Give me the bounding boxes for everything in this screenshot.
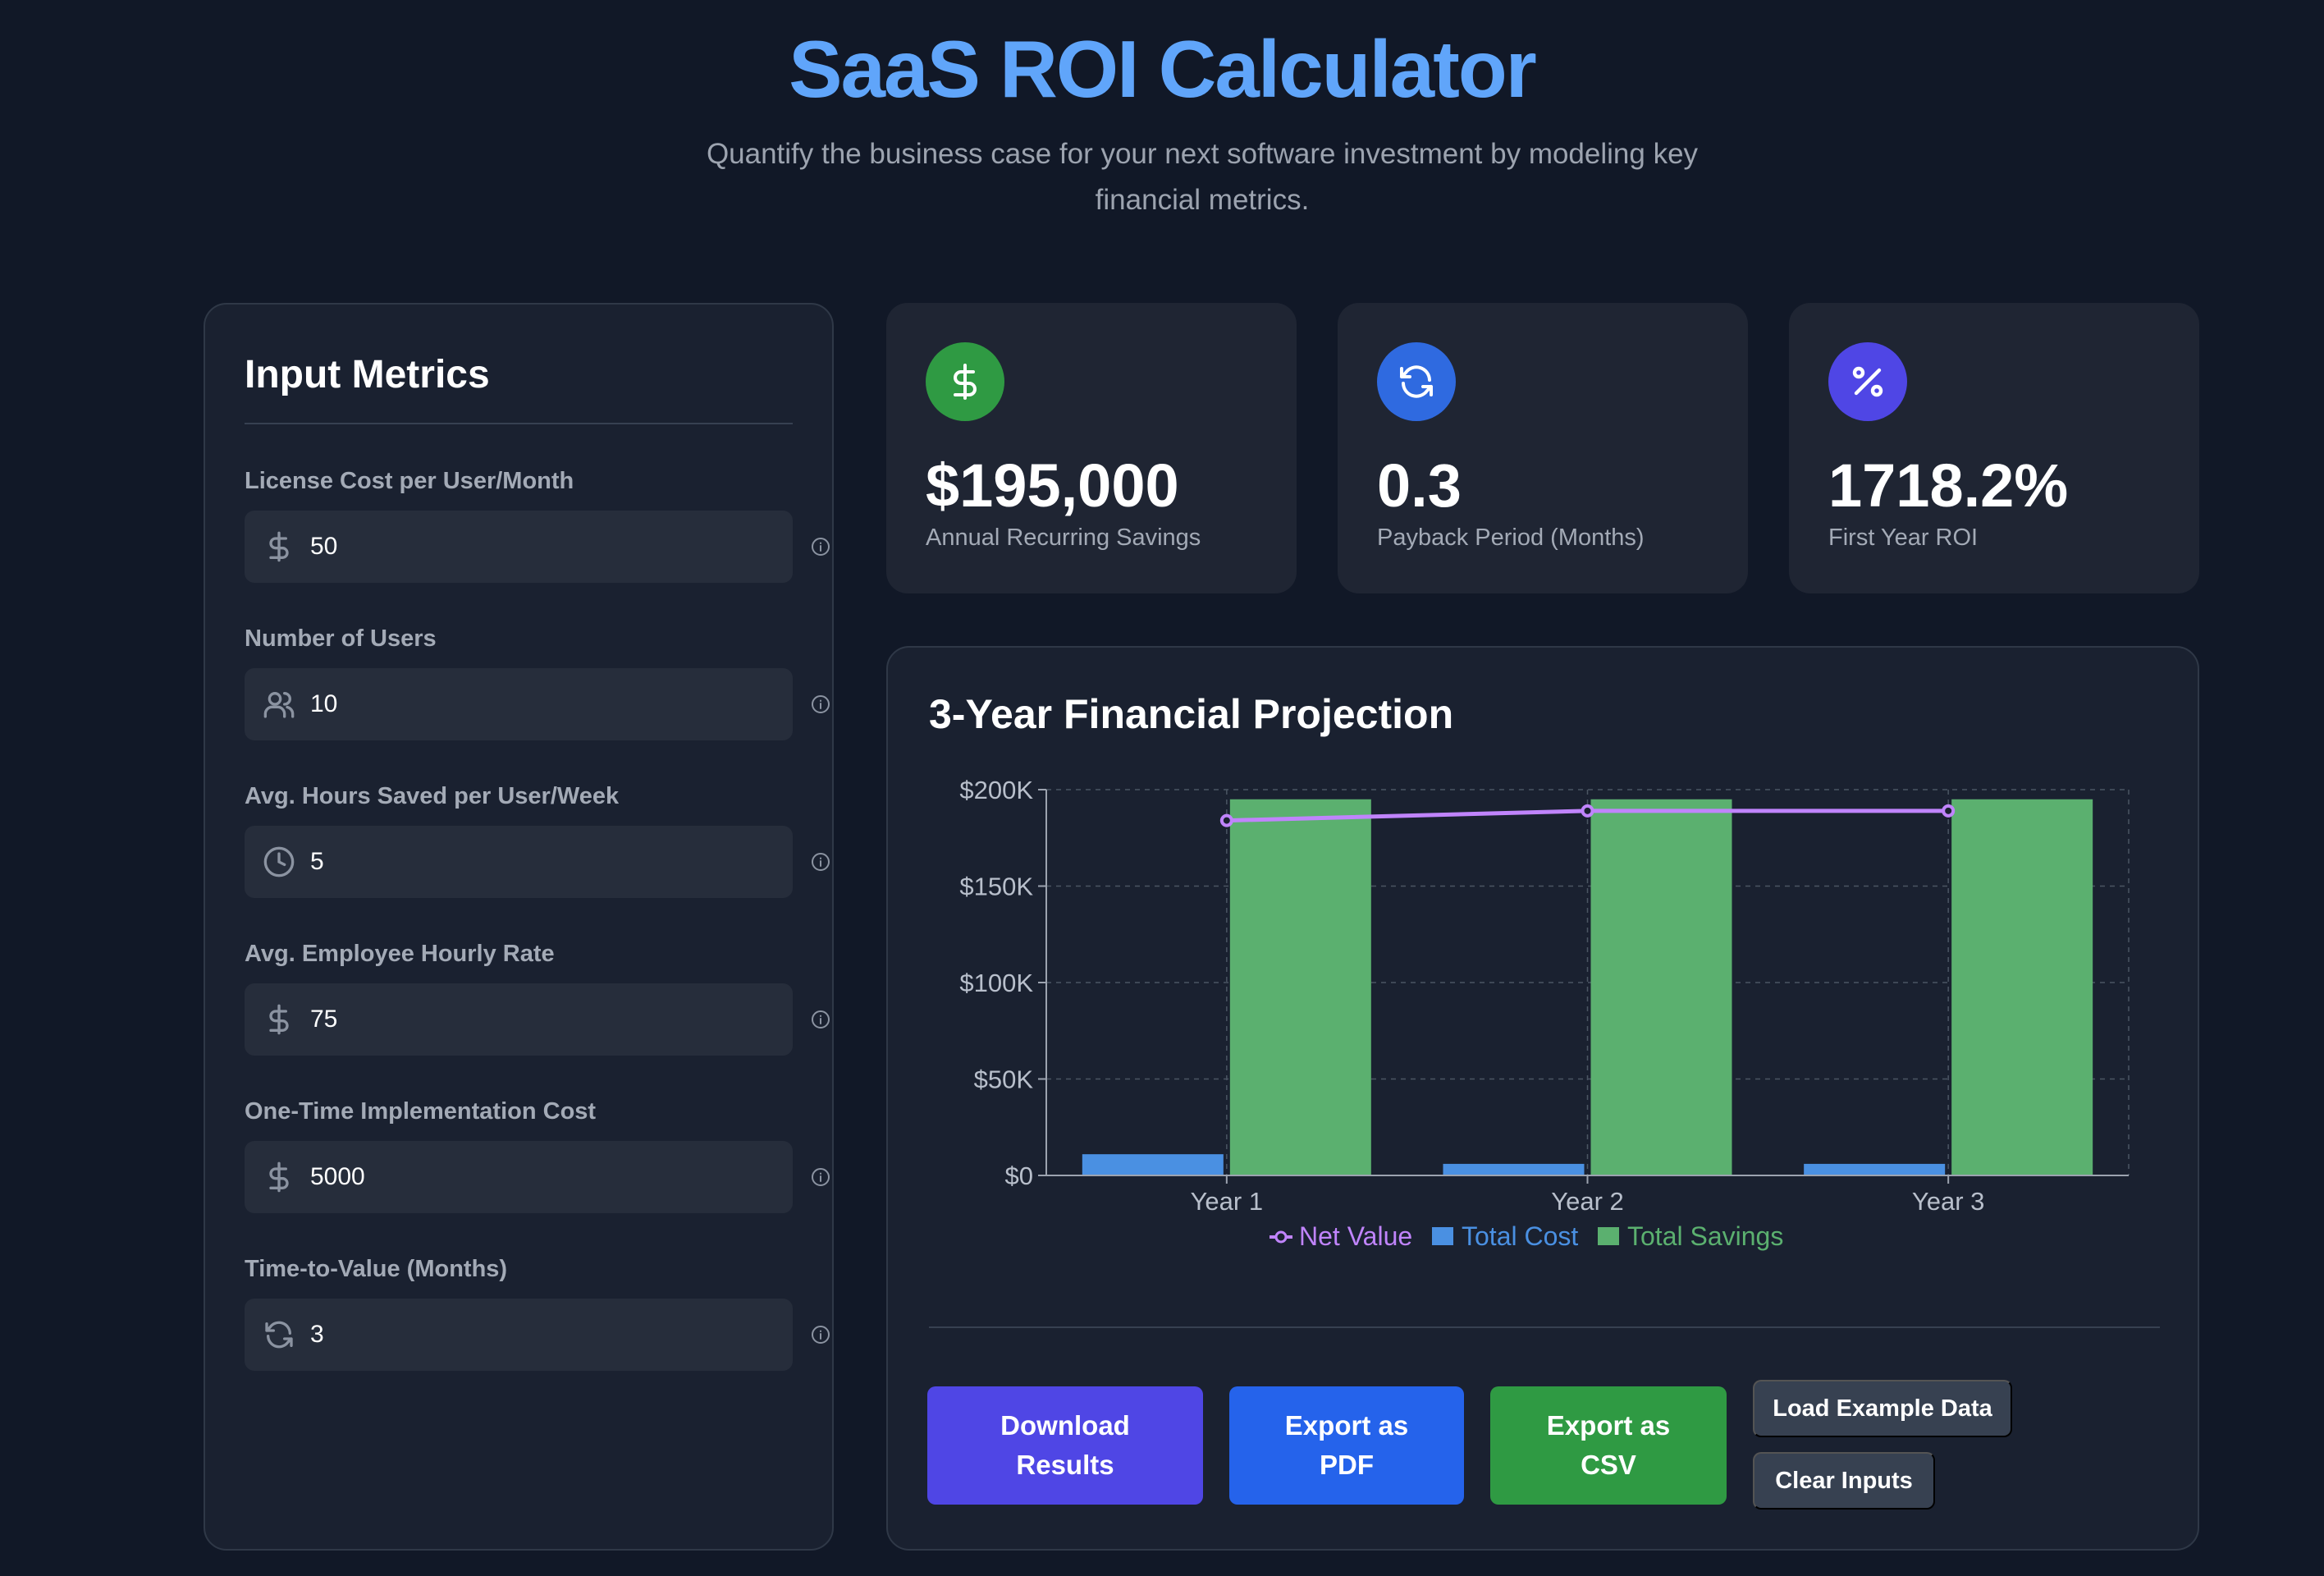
load-example-button[interactable]: Load Example Data	[1753, 1380, 2012, 1437]
first-year-roi-card: 1718.2% First Year ROI	[1789, 303, 2199, 593]
x-tick-label: Year 1	[1191, 1187, 1264, 1216]
projection-chart: $0 $50K $100K $150K $200K Year 1 Year 2 Year 3 N…	[959, 776, 2130, 1251]
implementation-cost-label: One-Time Implementation Cost	[245, 1098, 597, 1125]
number-of-users-value[interactable]: 10	[310, 668, 770, 740]
hours-saved-input[interactable]: 5	[245, 826, 793, 898]
bar-total-cost	[1804, 1163, 1946, 1175]
legend-net-value-label: Net Value	[1299, 1221, 1412, 1251]
bar-total-cost	[1082, 1154, 1224, 1175]
legend-total-cost-swatch	[1432, 1227, 1453, 1245]
x-tick-label: Year 2	[1551, 1187, 1624, 1216]
export-csv-button[interactable]: Export as CSV	[1490, 1386, 1727, 1505]
hourly-rate-input[interactable]: 75	[245, 983, 793, 1056]
stat-icon-badge	[1377, 342, 1456, 421]
y-tick-label: $50K	[974, 1065, 1034, 1094]
bar-total-savings	[1951, 799, 2093, 1175]
info-icon[interactable]	[811, 694, 830, 714]
percent-icon	[1852, 366, 1883, 397]
page-subtitle: Quantify the business case for your next…	[706, 138, 1699, 216]
info-icon[interactable]	[811, 1167, 830, 1187]
payback-period-label: Payback Period (Months)	[1377, 525, 1645, 551]
legend-total-savings-swatch	[1598, 1227, 1619, 1245]
download-results-button[interactable]: Download Results	[927, 1386, 1203, 1505]
y-tick-label: $150K	[959, 873, 1033, 901]
stat-icon-badge	[1828, 342, 1907, 421]
info-icon[interactable]	[811, 852, 830, 872]
hourly-rate-value[interactable]: 75	[310, 983, 770, 1056]
bar-total-savings	[1229, 799, 1371, 1175]
annual-savings-card: $195,000 Annual Recurring Savings	[886, 303, 1297, 593]
export-pdf-button[interactable]: Export as PDF	[1229, 1386, 1464, 1505]
hours-saved-value[interactable]: 5	[310, 826, 770, 898]
dollar-icon	[269, 531, 289, 562]
bar-total-cost	[1443, 1163, 1585, 1175]
clear-inputs-button[interactable]: Clear Inputs	[1753, 1452, 1935, 1510]
net-value-point	[1581, 804, 1594, 818]
time-to-value-label: Time-to-Value (Months)	[245, 1256, 508, 1282]
legend-total-savings-label: Total Savings	[1627, 1221, 1783, 1251]
refresh-icon	[265, 1321, 293, 1349]
dollar-icon	[269, 1161, 289, 1193]
license-cost-label: License Cost per User/Month	[245, 468, 574, 494]
first-year-roi-value: 1718.2%	[1828, 451, 2069, 520]
number-of-users-input[interactable]: 10	[245, 668, 793, 740]
y-tick-label: $200K	[959, 776, 1033, 804]
annual-savings-value: $195,000	[926, 451, 1179, 520]
dollar-icon	[954, 364, 977, 400]
net-value-point	[1942, 804, 1956, 818]
y-tick-label: $0	[1005, 1161, 1033, 1190]
legend-total-cost-label: Total Cost	[1462, 1221, 1578, 1251]
bar-total-savings	[1590, 799, 1732, 1175]
payback-period-card: 0.3 Payback Period (Months)	[1338, 303, 1748, 593]
page-title: SaaS ROI Calculator	[789, 24, 1537, 114]
first-year-roi-label: First Year ROI	[1828, 525, 1979, 551]
info-icon[interactable]	[811, 537, 830, 557]
license-cost-input[interactable]: 50	[245, 511, 793, 583]
hourly-rate-label: Avg. Employee Hourly Rate	[245, 941, 555, 967]
chart-divider	[929, 1326, 2160, 1328]
net-value-point	[1219, 813, 1233, 827]
users-icon	[263, 692, 295, 718]
dollar-icon	[269, 1004, 289, 1035]
input-metrics-panel: Input Metrics License Cost per User/Mont…	[204, 303, 834, 1551]
time-to-value-value[interactable]: 3	[310, 1299, 770, 1371]
hours-saved-label: Avg. Hours Saved per User/Week	[245, 783, 620, 809]
implementation-cost-input[interactable]: 5000	[245, 1141, 793, 1213]
stat-icon-badge	[926, 342, 1004, 421]
legend-net-value-marker	[1274, 1230, 1288, 1244]
payback-period-value: 0.3	[1377, 451, 1462, 520]
implementation-cost-value[interactable]: 5000	[310, 1141, 770, 1213]
annual-savings-label: Annual Recurring Savings	[926, 525, 1201, 551]
clock-icon	[263, 846, 295, 877]
info-icon[interactable]	[811, 1010, 830, 1029]
info-icon[interactable]	[811, 1325, 830, 1345]
license-cost-value[interactable]: 50	[310, 511, 770, 583]
input-metrics-heading: Input Metrics	[245, 353, 490, 396]
number-of-users-label: Number of Users	[245, 625, 437, 652]
y-tick-label: $100K	[959, 969, 1033, 997]
input-metrics-divider	[245, 423, 793, 424]
x-tick-label: Year 3	[1912, 1187, 1985, 1216]
refresh-icon	[1400, 365, 1433, 398]
time-to-value-input[interactable]: 3	[245, 1299, 793, 1371]
